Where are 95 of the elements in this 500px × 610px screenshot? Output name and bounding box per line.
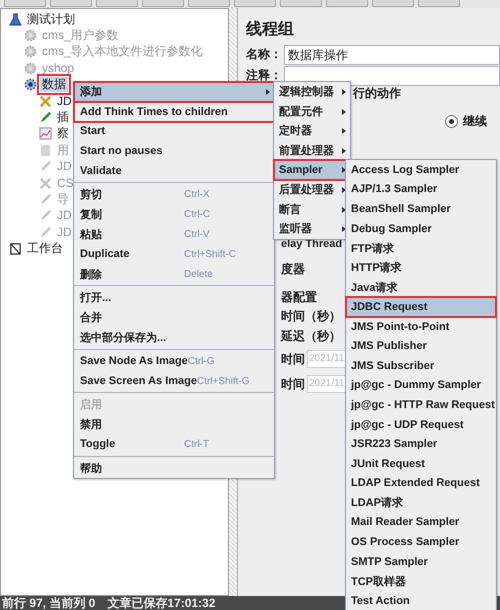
menu-item[interactable]: jp@gc - UDP Request <box>346 414 496 434</box>
tree-item[interactable]: 数据 <box>40 77 68 92</box>
menu-item[interactable]: Save Node As ImageCtrl-G <box>74 351 274 372</box>
tree-item[interactable]: 察 <box>55 126 71 142</box>
menu-item[interactable]: Validate <box>74 161 274 181</box>
menu-item[interactable]: 粘贴 Ctrl-V <box>74 224 274 244</box>
submenu-arrow-icon <box>342 89 346 95</box>
status-text: 文章已保存17:01:32 <box>107 594 216 610</box>
menu-item[interactable]: SMTP Sampler <box>346 552 496 572</box>
toolbar-button[interactable] <box>234 0 276 7</box>
toolbar-button[interactable] <box>4 0 46 7</box>
menu-item[interactable]: FTP请求 <box>346 238 496 258</box>
submenu-arrow-icon <box>342 148 346 154</box>
radio-button[interactable] <box>445 114 458 128</box>
menu-item[interactable]: 前置处理器 <box>274 140 350 160</box>
pencil-icon <box>39 226 52 239</box>
pencil-icon <box>39 111 52 124</box>
menu-item[interactable]: 定时器 <box>274 121 350 141</box>
field-label: 名称： <box>246 46 282 63</box>
menu-item[interactable]: Mail Reader Sampler <box>346 512 496 532</box>
menu-item[interactable]: OS Process Sampler <box>346 532 496 552</box>
menu-item[interactable]: 选中部分保存为... <box>74 328 274 348</box>
menu-item[interactable]: AJP/1.3 Sampler <box>346 180 496 200</box>
toolbar-button[interactable] <box>96 0 138 7</box>
tree-item[interactable]: 测试计划 <box>25 12 77 27</box>
menu-item[interactable]: Java请求 <box>346 278 496 298</box>
field-label: 延迟（秒） <box>281 328 341 344</box>
gear-icon <box>24 29 37 42</box>
toolbar-button[interactable] <box>280 0 322 7</box>
toolbar-button[interactable] <box>188 0 230 7</box>
toolbar-button[interactable] <box>418 0 460 7</box>
pencil-icon <box>39 192 52 206</box>
menu-item[interactable]: Add Think Times to children <box>74 102 274 122</box>
menu-item[interactable]: Debug Sampler <box>346 218 496 238</box>
tree-item[interactable]: 插 <box>55 110 71 126</box>
menu-item[interactable]: BeanShell Sampler <box>346 199 496 219</box>
menu-item[interactable]: TCP取样器 <box>346 571 496 592</box>
gear-icon <box>24 78 37 92</box>
field-label: 时间 <box>281 376 305 392</box>
flask-icon <box>9 12 22 26</box>
comment-field[interactable] <box>284 66 500 86</box>
menu-item[interactable]: 帮助 <box>74 458 274 478</box>
tree-item[interactable]: 工作台 <box>25 241 65 256</box>
pencil-icon <box>39 160 52 174</box>
menu-item[interactable]: 禁用 <box>74 414 274 435</box>
menu-item[interactable]: Duplicate Ctrl+Shift-C <box>74 244 274 264</box>
menu-item[interactable]: LDAP Extended Request <box>346 474 496 494</box>
menu-item[interactable]: 剪切 Ctrl-X <box>74 184 274 205</box>
submenu-arrow-icon <box>342 128 346 134</box>
workbench-icon <box>9 242 22 256</box>
menu-item[interactable]: JMS Subscriber <box>346 356 496 376</box>
toolbar-button[interactable] <box>326 0 368 7</box>
menu-item[interactable]: Save Screen As ImageCtrl+Shift-G <box>74 371 274 391</box>
menu-item[interactable]: 合并 <box>74 308 274 328</box>
pencil-icon <box>39 209 52 222</box>
form-label: 器配置 <box>281 289 317 305</box>
menu-item[interactable]: JMS Publisher <box>346 336 496 356</box>
gear-icon <box>24 45 37 58</box>
submenu-arrow-icon <box>342 108 346 115</box>
menu-item[interactable]: JMS Point-to-Point <box>346 316 496 336</box>
menu-item[interactable]: Test Action <box>346 591 496 610</box>
menu-item[interactable]: JDBC Request <box>346 297 496 317</box>
form-label: 度器 <box>281 261 305 277</box>
toolbar-button[interactable] <box>372 0 414 7</box>
gear-icon <box>24 62 37 75</box>
menu-item[interactable]: LDAP请求 <box>346 493 496 513</box>
menu-item[interactable]: 配置元件 <box>274 102 350 122</box>
menu-item[interactable]: 复制 Ctrl-C <box>74 204 274 225</box>
field-label: 时间（秒） <box>281 308 341 324</box>
toolbar-button[interactable] <box>50 0 92 7</box>
field-label: 时间 <box>281 350 305 368</box>
menu-item[interactable]: 添加 <box>74 82 274 102</box>
chart-icon <box>39 127 52 140</box>
menu-item[interactable]: Start <box>74 122 274 142</box>
document-icon <box>39 144 52 157</box>
menu-item[interactable]: JUnit Request <box>346 454 496 474</box>
menu-item[interactable]: HTTP请求 <box>346 258 496 278</box>
tools-icon <box>39 94 52 108</box>
status-text: 前行 97, 当前列 0 <box>2 594 96 610</box>
group-title: 行的动作 <box>353 86 401 100</box>
name-field[interactable]: 数据库操作 <box>284 44 500 64</box>
menu-item[interactable]: 删除 Delete <box>74 264 274 284</box>
panel-title: 线程组 <box>246 20 295 40</box>
menu-item[interactable]: Toggle Ctrl-T <box>74 434 274 454</box>
menu-item[interactable]: JSR223 Sampler <box>346 434 496 454</box>
menu-item[interactable]: jp@gc - Dummy Sampler <box>346 376 496 396</box>
tree-item[interactable]: JD <box>55 94 74 109</box>
menu-item[interactable]: 逻辑控制器 <box>274 82 350 102</box>
toolbar-button[interactable] <box>142 0 184 7</box>
radio-label: 继续 <box>463 112 487 130</box>
menu-item[interactable]: 打开... <box>74 288 274 308</box>
tools-icon <box>39 176 52 190</box>
field-label: 注释： <box>246 67 282 84</box>
menu-item[interactable]: jp@gc - HTTP Raw Request <box>346 395 496 415</box>
menu-item[interactable]: Start no pauses <box>74 141 274 162</box>
